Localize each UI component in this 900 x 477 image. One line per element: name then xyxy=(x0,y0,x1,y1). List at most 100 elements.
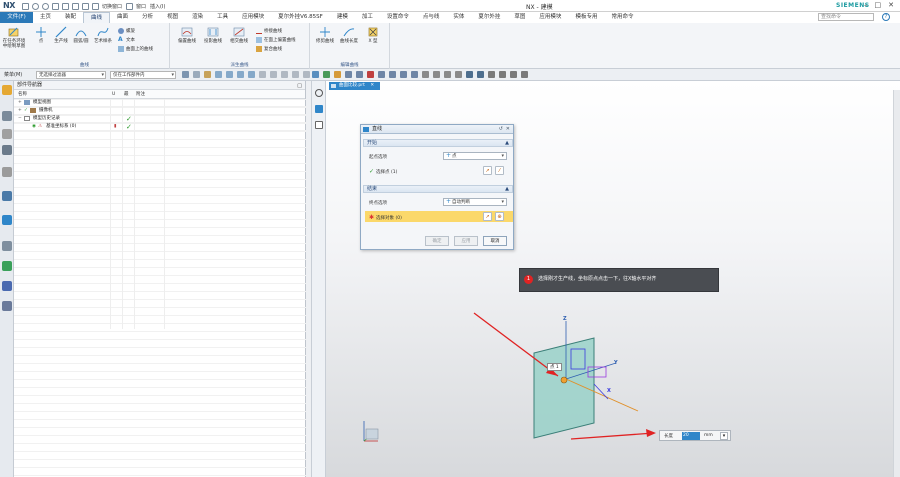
column-latest[interactable]: 最 xyxy=(124,90,129,99)
snap-intersection-icon[interactable] xyxy=(248,71,255,78)
save-icon[interactable] xyxy=(22,2,29,10)
inferred-point-icon[interactable]: ⁄ xyxy=(495,166,504,175)
wcs-icon[interactable] xyxy=(521,71,528,78)
mbd-navigator-icon[interactable] xyxy=(2,301,12,311)
sketch-in-task-button[interactable]: 在任务环境中绘制草图 xyxy=(2,26,26,49)
constraint-navigator-icon[interactable] xyxy=(2,129,12,139)
curve-length-button[interactable]: 曲线长度 xyxy=(338,26,360,44)
point-on-face-icon[interactable] xyxy=(411,71,418,78)
assembly-navigator-icon[interactable] xyxy=(2,111,12,121)
tab-file[interactable]: 文件(F) xyxy=(0,12,33,23)
point-button[interactable]: 点 xyxy=(30,26,52,44)
selection-scope-dropdown[interactable]: 仅在工作部件内 xyxy=(110,71,176,79)
composite-curve-button[interactable]: 复合曲线 xyxy=(256,46,282,52)
offset-curve-button[interactable]: 偏置曲线 xyxy=(176,26,198,44)
tab-item[interactable]: 常用命令 xyxy=(604,12,640,23)
cut-icon[interactable] xyxy=(52,2,59,10)
point-dialog-icon[interactable]: ↗ xyxy=(483,166,492,175)
cancel-button[interactable]: 取消 xyxy=(483,236,507,246)
curve-on-surface-button[interactable]: 曲面上的曲线 xyxy=(118,46,153,52)
end-option-dropdown[interactable]: 自动判断 xyxy=(443,198,507,206)
face-snap-icon[interactable] xyxy=(334,71,341,78)
tab-item[interactable]: 分析 xyxy=(135,12,160,23)
end-object-selector[interactable]: ✱ 选择对象 (0) xyxy=(369,214,402,221)
project-curve-button[interactable]: 投影曲线 xyxy=(202,26,224,44)
web-browser-icon[interactable] xyxy=(2,191,12,201)
help-icon[interactable]: ? xyxy=(882,13,890,21)
tab-item[interactable]: 夏尔外挂V6.85SF xyxy=(271,12,330,23)
minimize-button[interactable]: – xyxy=(864,1,868,9)
visible-check-icon[interactable]: ✓ xyxy=(24,107,28,115)
dialog-titlebar[interactable]: 直线 ↺ ✕ xyxy=(361,125,513,134)
snap-on-face-icon[interactable] xyxy=(292,71,299,78)
close-button[interactable]: ✕ xyxy=(888,1,894,9)
line-button[interactable]: 生产线 xyxy=(50,26,72,44)
length-input[interactable]: 20 xyxy=(682,432,700,440)
reuse-library-icon[interactable] xyxy=(2,145,12,155)
show-hide-icon[interactable] xyxy=(499,71,506,78)
tab-item[interactable]: 工具 xyxy=(210,12,235,23)
tab-item[interactable]: 加工 xyxy=(355,12,380,23)
history-icon[interactable] xyxy=(2,215,12,225)
orient-view-icon[interactable] xyxy=(477,71,484,78)
snap-toggle-icon[interactable] xyxy=(312,71,319,78)
text-button[interactable]: A 文本 xyxy=(118,37,135,44)
copy-icon[interactable] xyxy=(62,2,69,10)
snap-endpoint-icon[interactable] xyxy=(215,71,222,78)
dialog-close-icon[interactable]: ✕ xyxy=(506,125,510,134)
window-icon[interactable] xyxy=(126,2,134,10)
offset-in-face-button[interactable]: 在面上偏置曲线 xyxy=(256,37,296,43)
studio-spline-button[interactable]: 艺术样条 xyxy=(92,26,114,44)
tangent-point-icon[interactable] xyxy=(378,71,385,78)
select-all-icon[interactable] xyxy=(182,71,189,78)
pole-icon[interactable] xyxy=(400,71,407,78)
paste-icon[interactable] xyxy=(72,2,79,10)
ok-button[interactable]: 确定 xyxy=(425,236,449,246)
collapse-caret-icon[interactable]: ▲ xyxy=(505,186,509,193)
edge-snap-icon[interactable] xyxy=(345,71,352,78)
intersection-curve-button[interactable]: 相交曲线 xyxy=(228,26,250,44)
rotate-icon[interactable] xyxy=(444,71,451,78)
bridge-curve-button[interactable]: 桥接曲线 xyxy=(256,28,282,34)
roles-icon[interactable] xyxy=(2,261,12,271)
arc-circle-button[interactable]: 圆弧/圆 xyxy=(70,26,92,44)
part-navigator-icon[interactable] xyxy=(2,85,12,95)
arc-center-icon[interactable] xyxy=(367,71,374,78)
tab-item[interactable]: 主页 xyxy=(33,12,58,23)
end-point-dialog-icon[interactable]: ↗ xyxy=(483,212,492,221)
tab-item[interactable]: 模板专用 xyxy=(568,12,604,23)
help-circle-icon[interactable] xyxy=(315,89,323,97)
expand-icon[interactable]: + xyxy=(18,107,22,115)
snap-existing-point-icon[interactable] xyxy=(270,71,277,78)
apply-button[interactable]: 应用 xyxy=(454,236,478,246)
column-name[interactable]: 名称 xyxy=(18,90,27,99)
system-scenes-icon[interactable] xyxy=(2,281,12,291)
repeat-command-icon[interactable] xyxy=(82,2,89,10)
switch-window-label[interactable]: 切换窗口 xyxy=(102,3,122,10)
filter-icon[interactable] xyxy=(204,71,211,78)
expand-icon[interactable]: + xyxy=(18,99,22,107)
layer-icon[interactable] xyxy=(488,71,495,78)
tab-item[interactable]: 设置命令 xyxy=(380,12,416,23)
redo-icon[interactable] xyxy=(42,2,49,10)
tree-row-model-views[interactable]: + 模型视图 xyxy=(14,99,306,107)
snap-midpoint-icon[interactable] xyxy=(226,71,233,78)
tab-item[interactable]: 点与线 xyxy=(416,12,447,23)
selection-filter-dropdown[interactable]: 无选择过滤器 xyxy=(36,71,106,79)
tree-row-datum-csys[interactable]: ◉ ⚠ 基准坐标系 (0) ▮ ✓ xyxy=(14,123,306,131)
tab-item[interactable]: 曲面 xyxy=(110,12,135,23)
tab-item[interactable]: 装配 xyxy=(58,12,83,23)
tab-item[interactable]: 渲染 xyxy=(185,12,210,23)
fit-view-icon[interactable] xyxy=(422,71,429,78)
start-option-dropdown[interactable]: 点 xyxy=(443,152,507,160)
hd3d-tools-icon[interactable] xyxy=(2,167,12,177)
snap-on-curve-icon[interactable] xyxy=(281,71,288,78)
tab-item[interactable]: 草图 xyxy=(507,12,532,23)
collapse-caret-icon[interactable]: ▲ xyxy=(505,140,509,147)
pan-icon[interactable] xyxy=(455,71,462,78)
undo-icon[interactable] xyxy=(32,2,39,10)
control-point-icon[interactable] xyxy=(356,71,363,78)
reset-icon[interactable]: ↺ xyxy=(499,125,503,134)
visible-check-icon[interactable]: ◉ xyxy=(32,123,36,131)
end-snap-icon[interactable]: ⊕ xyxy=(495,212,504,221)
